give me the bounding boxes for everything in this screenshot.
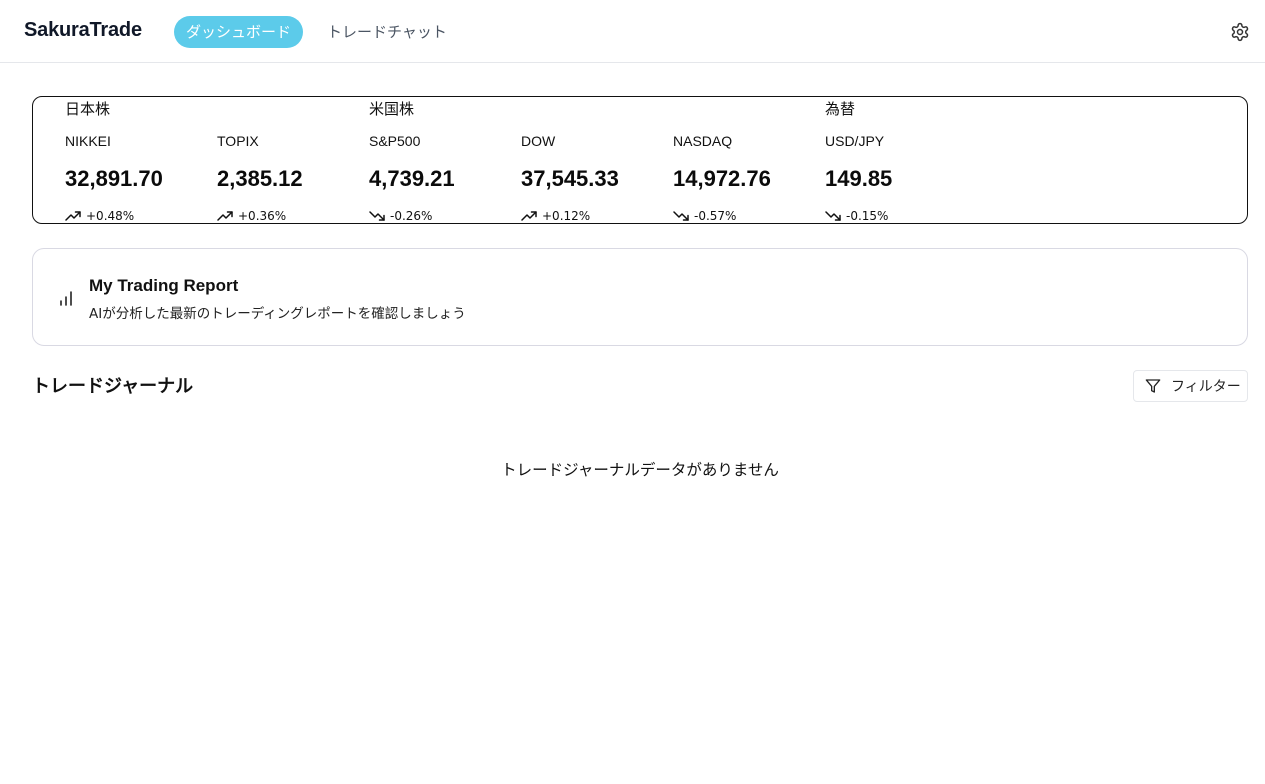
ticker-change-label: +0.12%: [542, 209, 591, 223]
ticker-symbol: S&P500: [369, 133, 421, 149]
ticker-change: +0.36%: [217, 209, 286, 223]
ticker-change: -0.15%: [825, 209, 888, 223]
ticker-symbol: NASDAQ: [673, 133, 733, 149]
ticker-value: 14,972.76: [673, 166, 771, 191]
journal-title: トレードジャーナル: [32, 376, 194, 397]
tab-dashboard[interactable]: ダッシュボード: [174, 16, 303, 48]
app-logo[interactable]: SakuraTrade: [24, 19, 142, 42]
ticker-symbol: USD/JPY: [825, 133, 885, 149]
ticker-value: 149.85: [825, 166, 893, 191]
trending-up-icon: [217, 211, 233, 221]
bar-chart-icon: [59, 289, 75, 307]
trending-down-icon: [673, 211, 689, 221]
ticker-change-label: +0.36%: [238, 209, 287, 223]
group-title-us-stocks: 米国株: [369, 100, 415, 118]
ticker-change-label: -0.26%: [390, 209, 433, 223]
ticker-value: 4,739.21: [369, 166, 455, 191]
tab-trade-chat[interactable]: トレードチャット: [327, 16, 447, 48]
report-title: My Trading Report: [89, 276, 239, 295]
filter-icon: [1145, 379, 1161, 393]
gear-icon[interactable]: [1230, 22, 1250, 42]
ticker-change: +0.12%: [521, 209, 590, 223]
filter-button[interactable]: フィルター: [1133, 370, 1248, 402]
trending-down-icon: [369, 211, 385, 221]
ticker-change-label: -0.15%: [846, 209, 889, 223]
ticker-change-label: +0.48%: [86, 209, 135, 223]
ticker-change-label: -0.57%: [694, 209, 737, 223]
journal-empty-message: トレードジャーナルデータがありません: [501, 461, 779, 479]
ticker-value: 2,385.12: [217, 166, 303, 191]
trending-up-icon: [521, 211, 537, 221]
trending-down-icon: [825, 211, 841, 221]
ticker-symbol: DOW: [521, 133, 556, 149]
market-overview-card: 日本株 米国株 為替 NIKKEI 32,891.70 +0.48% TOPIX…: [32, 96, 1248, 224]
ticker-change: -0.26%: [369, 209, 432, 223]
report-subtitle: AIが分析した最新のトレーディングレポートを確認しましょう: [89, 306, 466, 322]
ticker-value: 32,891.70: [65, 166, 163, 191]
app-header: SakuraTrade ダッシュボード トレードチャット: [0, 0, 1265, 63]
ticker-symbol: TOPIX: [217, 133, 259, 149]
trending-up-icon: [65, 211, 81, 221]
ticker-value: 37,545.33: [521, 166, 619, 191]
trading-report-card[interactable]: My Trading Report AIが分析した最新のトレーディングレポートを…: [32, 248, 1248, 346]
ticker-symbol: NIKKEI: [65, 133, 111, 149]
filter-button-label: フィルター: [1171, 379, 1241, 395]
group-title-japan-stocks: 日本株: [65, 100, 111, 118]
ticker-change: +0.48%: [65, 209, 134, 223]
group-title-forex: 為替: [825, 100, 856, 118]
ticker-change: -0.57%: [673, 209, 736, 223]
